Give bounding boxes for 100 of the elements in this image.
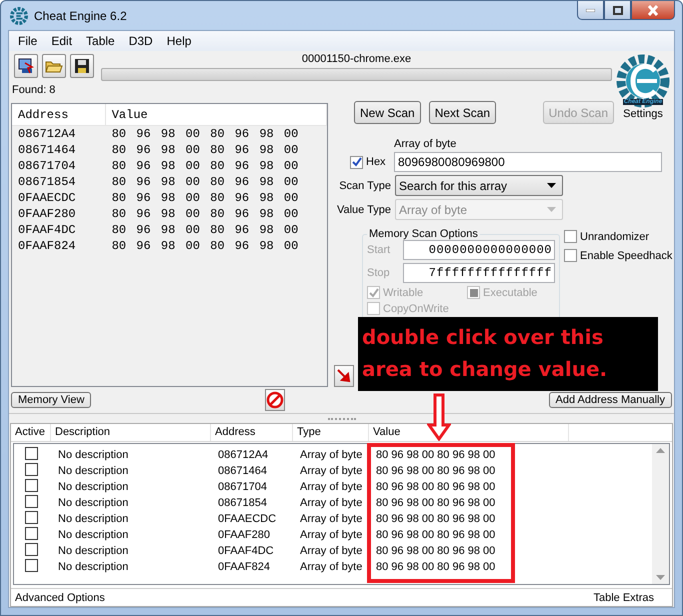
description-cell-text: No description [57,561,130,573]
column-header[interactable]: Type [293,424,369,441]
open-button[interactable] [42,54,66,78]
value-cell-text: 80 96 98 00 80 96 98 00 [375,497,496,509]
column-header[interactable]: Address [12,104,106,125]
computer-icon [17,57,35,75]
active-checkbox[interactable] [25,527,38,540]
stop-address-input[interactable]: 7fffffffffffffff [403,263,555,283]
description-cell-text: No description [57,529,130,541]
close-icon [647,4,659,16]
column-header[interactable]: Description [51,424,211,441]
hex-checkbox[interactable]: Hex [350,156,390,168]
active-checkbox[interactable] [25,559,38,572]
address-cell-text: 0FAAF280 [17,207,77,221]
address-cell-text: 0FAAF824 [17,239,77,253]
arrow-icon [336,368,352,384]
description-cell-text: No description [57,465,130,477]
process-name: 00001150-chrome.exe [302,52,412,66]
value-cell-text: 80 96 98 00 80 96 98 00 [110,143,300,157]
active-checkbox[interactable] [25,543,38,556]
value-cell-text: 80 96 98 00 80 96 98 00 [110,175,300,189]
start-address-input[interactable]: 0000000000000000 [403,240,555,260]
value-cell-text: 80 96 98 00 80 96 98 00 [375,465,496,477]
value-cell-text: 80 96 98 00 80 96 98 00 [110,239,300,253]
active-checkbox[interactable] [25,511,38,524]
address-cell-text: 08671704 [17,159,77,173]
type-cell-text: Array of byte [299,561,364,573]
address-cell-text: 08671854 [217,497,268,509]
type-cell-text: Array of byte [299,465,364,477]
scan-type-label: Scan Type [338,180,391,192]
clear-button[interactable] [264,389,285,411]
value-cell-text: 80 96 98 00 80 96 98 00 [375,529,496,541]
type-cell-text: Array of byte [299,481,364,493]
window-title: Cheat Engine 6.2 [34,8,128,22]
type-cell-text: Array of byte [299,513,364,525]
active-checkbox[interactable] [25,447,38,460]
address-cell-text: 08671464 [217,465,268,477]
table-extras-link[interactable]: Table Extras [593,592,654,604]
stop-label: Stop [367,267,391,279]
group-title: Memory Scan Options [368,228,479,240]
column-header[interactable]: Address [211,424,293,441]
scroll-up-icon [656,448,665,453]
caret-icon [547,183,556,188]
maximize-button[interactable] [604,1,631,20]
active-checkbox[interactable] [25,495,38,508]
close-button[interactable] [631,1,675,20]
menu-item[interactable]: Help [160,34,198,48]
menu-item[interactable]: File [11,34,44,48]
address-cell-text: 0FAAF824 [217,561,271,573]
scan-type-select[interactable]: Search for this array [395,175,563,196]
address-cell-text: 0FAAECDC [17,191,77,205]
value-type-caption: Array of byte [394,137,458,151]
value-cell-text: 80 96 98 00 80 96 98 00 [375,449,496,461]
column-header[interactable]: Value [106,104,327,125]
annotation-label: double click over this area to change value. [358,317,658,391]
memory-view-button[interactable]: Memory View [11,392,92,408]
description-cell-text: No description [57,545,130,557]
value-cell-text: 80 96 98 00 80 96 98 00 [110,223,300,237]
found-count: Found: 8 [11,84,56,96]
type-cell-text: Array of byte [299,497,364,509]
settings-link[interactable]: Settings [623,108,663,120]
address-cell-text: 086712A4 [17,127,77,141]
type-cell-text: Array of byte [299,545,364,557]
column-header[interactable]: Active [11,424,51,441]
scrollbar[interactable] [652,444,669,584]
type-cell-text: Array of byte [299,529,364,541]
pointer-button[interactable] [334,365,354,387]
minimize-button[interactable] [577,1,604,20]
value-cell-text: 80 96 98 00 80 96 98 00 [110,191,300,205]
scroll-down-icon [656,575,665,580]
app-logo-icon [10,6,28,24]
value-cell-text: 80 96 98 00 80 96 98 00 [110,207,300,221]
address-cell-text: 0FAAF4DC [17,223,77,237]
value-cell-text: 80 96 98 00 80 96 98 00 [375,545,496,557]
scan-button[interactable]: New Scan [354,101,421,124]
value-cell-text: 80 96 98 00 80 96 98 00 [375,561,496,573]
process-button[interactable] [14,54,38,78]
menu-item[interactable]: Table [79,34,122,48]
advanced-options-link[interactable]: Advanced Options [15,592,105,604]
description-cell-text: No description [57,481,130,493]
description-cell-text: No description [57,497,130,509]
address-cell-text: 0FAAF4DC [217,545,275,557]
prohibited-icon [266,391,284,409]
address-cell-text: 0FAAECDC [217,513,278,525]
menu-item[interactable]: Edit [44,34,80,48]
address-cell-text: 086712A4 [217,449,270,461]
value-cell-text: 80 96 98 00 80 96 98 00 [375,481,496,493]
option-checkbox[interactable]: Unrandomizer [564,230,672,243]
checkmark-icon [352,157,362,167]
save-button[interactable] [70,54,94,78]
menu-item[interactable]: D3D [122,34,160,48]
address-cell-text: 08671854 [17,175,77,189]
option-checkbox[interactable]: Enable Speedhack [564,249,672,262]
value-type-label: Value Type [336,204,391,216]
add-address-button[interactable]: Add Address Manually [548,392,672,408]
active-checkbox[interactable] [25,479,38,492]
scan-button[interactable]: Next Scan [428,101,496,124]
value-input[interactable]: 8096980080969800 [394,152,662,172]
value-cell-text: 80 96 98 00 80 96 98 00 [375,513,496,525]
active-checkbox[interactable] [25,463,38,476]
